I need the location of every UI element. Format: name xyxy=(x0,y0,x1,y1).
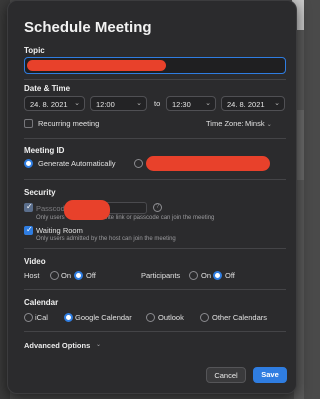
redacted-topic xyxy=(27,60,166,71)
waiting-room-note: Only users admitted by the host can join… xyxy=(36,236,176,242)
waiting-room-label: Waiting Room xyxy=(36,226,83,235)
start-date-value: 24. 8. 2021 xyxy=(30,100,68,109)
host-video-off-label: Off xyxy=(86,271,96,280)
host-video-off-radio[interactable] xyxy=(74,271,83,280)
passcode-checkbox[interactable] xyxy=(24,202,33,212)
help-icon[interactable]: ? xyxy=(153,203,162,212)
divider xyxy=(24,289,286,290)
calendar-google-radio[interactable] xyxy=(64,313,73,322)
participants-video-on-radio[interactable] xyxy=(189,271,198,280)
host-video-on-label: On xyxy=(61,271,72,280)
host-video-label: Host xyxy=(24,271,40,280)
topic-label: Topic xyxy=(24,46,45,55)
calendar-ical-label: iCal xyxy=(35,313,48,322)
calendar-label: Calendar xyxy=(24,298,59,307)
start-time-value: 12:00 xyxy=(96,100,115,109)
date-time-label: Date & Time xyxy=(24,84,71,93)
passcode-note-prefix: Only users xyxy=(36,215,65,221)
host-video-on-radio[interactable] xyxy=(50,271,59,280)
video-label: Video xyxy=(24,257,46,266)
divider xyxy=(24,179,286,180)
recurring-meeting-label: Recurring meeting xyxy=(38,119,100,128)
advanced-options-toggle[interactable]: Advanced Options xyxy=(24,341,90,350)
chevron-down-icon: ⌄ xyxy=(266,122,272,128)
timezone-label: Time Zone: xyxy=(206,119,244,128)
chevron-down-icon: ⌄ xyxy=(136,100,142,107)
divider xyxy=(24,248,286,249)
divider xyxy=(24,331,286,332)
participants-video-label: Participants xyxy=(141,271,181,280)
start-time-picker[interactable]: 12:00 ⌄ xyxy=(90,96,147,111)
start-date-picker[interactable]: 24. 8. 2021 ⌄ xyxy=(24,96,85,111)
redacted-passcode xyxy=(64,200,110,220)
end-time-value: 12:30 xyxy=(172,100,191,109)
dialog-title: Schedule Meeting xyxy=(24,19,152,36)
end-date-value: 24. 8. 2021 xyxy=(227,100,265,109)
schedule-meeting-dialog: Schedule Meeting Topic Date & Time 24. 8… xyxy=(7,0,297,394)
calendar-ical-radio[interactable] xyxy=(24,313,33,322)
end-time-picker[interactable]: 12:30 ⌄ xyxy=(166,96,216,111)
chevron-down-icon: ⌄ xyxy=(74,100,80,107)
redacted-personal-meeting-id xyxy=(146,156,270,171)
chevron-down-icon[interactable]: ⌄ xyxy=(96,341,101,348)
generate-automatically-radio[interactable] xyxy=(24,159,33,168)
participants-video-off-radio[interactable] xyxy=(213,271,222,280)
calendar-other-radio[interactable] xyxy=(200,313,209,322)
calendar-other-label: Other Calendars xyxy=(212,313,268,322)
passcode-note: invite link or passcode can join the mee… xyxy=(100,215,215,221)
divider xyxy=(24,79,286,80)
participants-video-off-label: Off xyxy=(225,271,235,280)
end-date-picker[interactable]: 24. 8. 2021 ⌄ xyxy=(221,96,285,111)
save-button[interactable]: Save xyxy=(253,367,287,383)
generate-automatically-label: Generate Automatically xyxy=(38,159,116,168)
cancel-button[interactable]: Cancel xyxy=(206,367,246,383)
participants-video-on-label: On xyxy=(201,271,212,280)
waiting-room-checkbox[interactable] xyxy=(24,225,33,235)
topic-input[interactable] xyxy=(24,57,286,74)
recurring-meeting-checkbox[interactable] xyxy=(24,119,33,128)
timezone-select[interactable]: Minsk ⌄ xyxy=(245,119,272,128)
chevron-down-icon: ⌄ xyxy=(274,100,280,107)
chevron-down-icon: ⌄ xyxy=(205,100,211,107)
meeting-id-label: Meeting ID xyxy=(24,146,65,155)
personal-meeting-id-radio[interactable] xyxy=(134,159,143,168)
calendar-outlook-label: Outlook xyxy=(158,313,184,322)
calendar-outlook-radio[interactable] xyxy=(146,313,155,322)
timezone-value: Minsk xyxy=(245,119,265,128)
divider xyxy=(24,138,286,139)
calendar-google-label: Google Calendar xyxy=(75,313,132,322)
security-label: Security xyxy=(24,188,56,197)
to-label: to xyxy=(154,99,161,108)
